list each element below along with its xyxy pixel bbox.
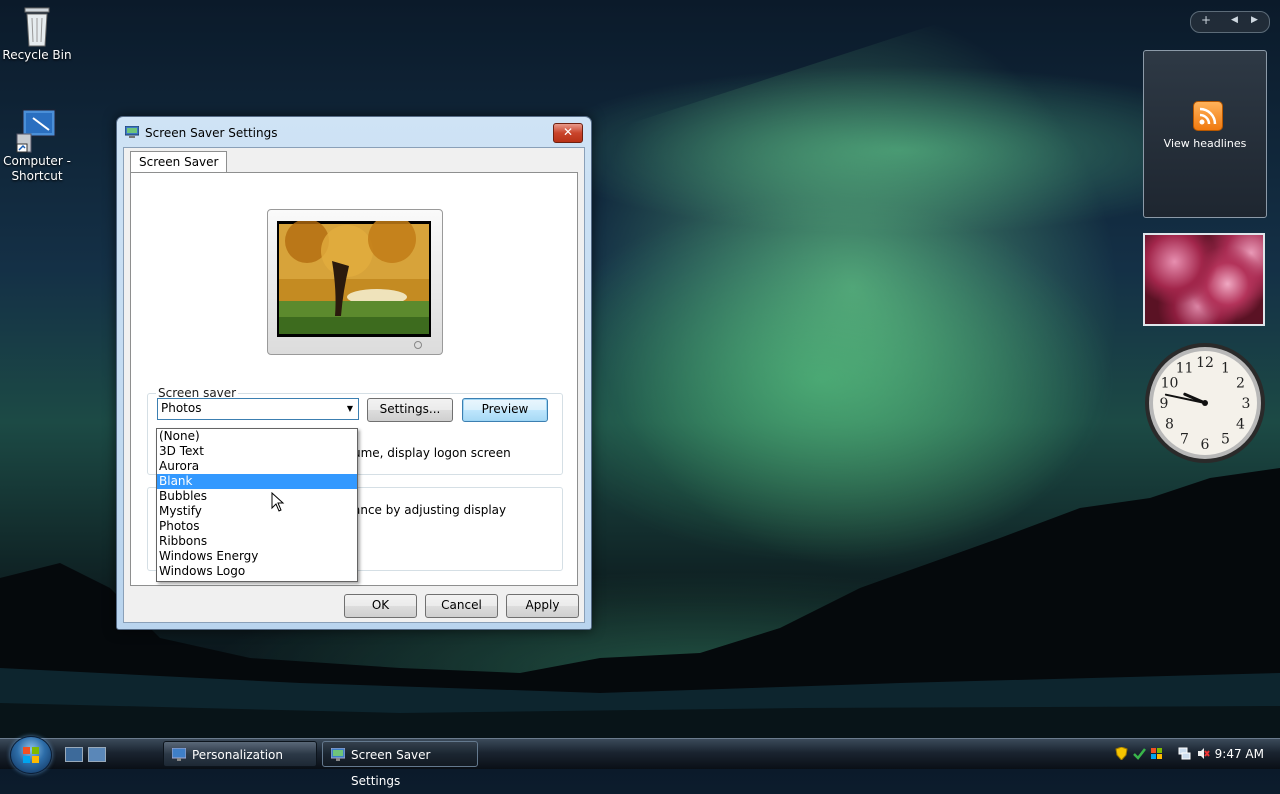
close-icon: ✕: [562, 125, 574, 139]
rss-icon: [1193, 101, 1223, 131]
screen-saver-settings-icon: [331, 748, 345, 761]
clock-gadget[interactable]: 12 12 3 45678 9 1011: [1143, 341, 1267, 465]
taskbar-button-label: Personalization: [192, 748, 283, 762]
clock-numeral: 3: [1242, 396, 1251, 412]
clock-numeral: 9: [1160, 396, 1169, 412]
screen-saver-dropdown-list: (None) 3D Text Aurora Blank Bubbles Myst…: [156, 428, 358, 582]
prev-page-button[interactable]: ◀: [1231, 15, 1238, 25]
list-item[interactable]: (None): [157, 429, 357, 444]
clock-numeral: 12: [1196, 355, 1214, 371]
security-shield-icon[interactable]: [1115, 747, 1128, 760]
sidebar-controls: + ◀ ▶: [1190, 11, 1270, 33]
title-bar[interactable]: Screen Saver Settings ✕: [117, 117, 591, 147]
windows-flag-tray-icon[interactable]: [1150, 747, 1163, 760]
ok-button[interactable]: OK: [344, 594, 417, 618]
screen-saver-select-value: Photos: [161, 401, 202, 415]
network-icon[interactable]: [1178, 747, 1191, 760]
clock-numeral: 8: [1165, 417, 1174, 433]
list-item[interactable]: 3D Text: [157, 444, 357, 459]
taskbar-button-label: Screen Saver Settings: [351, 748, 431, 788]
list-item[interactable]: Bubbles: [157, 489, 357, 504]
cancel-button[interactable]: Cancel: [425, 594, 498, 618]
clock-numeral: 11: [1176, 361, 1194, 377]
list-item[interactable]: Ribbons: [157, 534, 357, 549]
screen-saver-icon: [125, 126, 139, 138]
volume-muted-icon[interactable]: [1197, 747, 1210, 760]
taskbar: Personalization Screen Saver Settings 9:…: [0, 736, 1280, 788]
rss-glyph-icon: [1199, 107, 1217, 125]
power-settings-text: ance by adjusting display: [353, 503, 507, 517]
settings-button[interactable]: Settings...: [367, 398, 453, 422]
chevron-down-icon: ▼: [346, 404, 354, 413]
clock-numeral: 10: [1161, 376, 1179, 392]
list-item-highlighted[interactable]: Blank: [157, 474, 357, 489]
trash-can-icon: [24, 7, 50, 47]
tab-screen-saver[interactable]: Screen Saver: [130, 151, 228, 173]
resume-logon-text: ume, display logon screen: [353, 446, 511, 460]
list-item[interactable]: Windows Logo: [157, 564, 357, 579]
clock-numeral: 2: [1236, 376, 1245, 392]
next-page-button[interactable]: ▶: [1251, 15, 1258, 25]
personalization-icon: [172, 748, 186, 761]
computer-shortcut-label-1: Computer -: [3, 154, 71, 168]
computer-shortcut-icon[interactable]: Computer - Shortcut: [0, 106, 82, 184]
list-item[interactable]: Windows Energy: [157, 549, 357, 564]
start-button[interactable]: [10, 736, 52, 774]
clock-numeral: 6: [1201, 437, 1210, 453]
list-item[interactable]: Photos: [157, 519, 357, 534]
recycle-bin-icon[interactable]: Recycle Bin: [0, 2, 82, 63]
windows-update-icon[interactable]: [1133, 747, 1146, 760]
show-desktop-icon[interactable]: [65, 747, 83, 762]
computer-icon: [16, 109, 56, 153]
feed-headlines-gadget[interactable]: View headlines: [1143, 50, 1267, 218]
clock-numeral: 7: [1180, 432, 1189, 448]
computer-shortcut-label-2: Shortcut: [11, 169, 63, 183]
recycle-bin-label: Recycle Bin: [2, 48, 72, 62]
preview-button[interactable]: Preview: [462, 398, 548, 422]
preview-monitor: [267, 209, 443, 355]
view-headlines-label: View headlines: [1163, 137, 1247, 150]
screen-saver-select[interactable]: Photos ▼: [157, 398, 359, 420]
add-gadget-button[interactable]: +: [1201, 13, 1211, 27]
clock-numeral: 4: [1236, 417, 1245, 433]
close-button[interactable]: ✕: [553, 123, 583, 143]
list-item[interactable]: Mystify: [157, 504, 357, 519]
apply-button[interactable]: Apply: [506, 594, 579, 618]
clock-numeral: 1: [1221, 361, 1230, 377]
taskbar-button-personalization[interactable]: Personalization: [163, 741, 317, 767]
taskbar-clock[interactable]: 9:47 AM: [1215, 739, 1264, 769]
taskbar-button-screen-saver-settings[interactable]: Screen Saver Settings: [322, 741, 478, 788]
window-title: Screen Saver Settings: [145, 126, 278, 140]
switch-windows-icon[interactable]: [88, 747, 106, 762]
list-item[interactable]: Aurora: [157, 459, 357, 474]
slideshow-gadget[interactable]: [1143, 233, 1265, 326]
preview-screen-image: [277, 221, 431, 337]
clock-numeral: 5: [1221, 432, 1230, 448]
mouse-cursor-icon: [271, 492, 285, 512]
monitor-power-led: [414, 341, 422, 349]
